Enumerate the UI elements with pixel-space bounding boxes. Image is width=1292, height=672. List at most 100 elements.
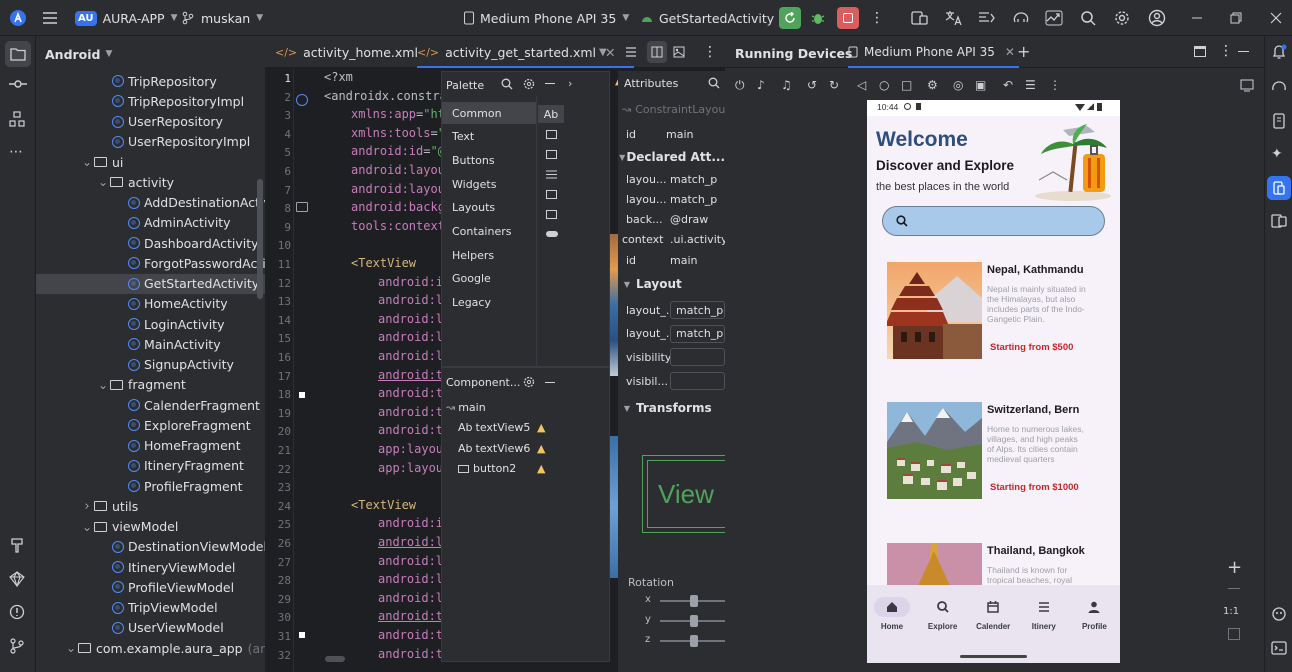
palette-category[interactable]: Widgets xyxy=(442,173,536,195)
nav-item-explore[interactable]: Explore xyxy=(918,597,968,631)
split-view-icon[interactable] xyxy=(647,41,667,63)
attribute-row[interactable]: back... @draw xyxy=(618,210,725,230)
tree-class[interactable]: GetStartedActivity xyxy=(36,273,265,294)
tree-class[interactable]: ExploreFragment xyxy=(36,415,265,435)
tree-class[interactable]: HomeFragment xyxy=(36,436,265,456)
reset-icon[interactable]: ↶ xyxy=(1003,78,1013,92)
device-mirroring-icon[interactable] xyxy=(1240,78,1254,92)
slider-thumb[interactable] xyxy=(690,635,698,647)
assistant-icon[interactable] xyxy=(1271,606,1287,622)
attr-value[interactable]: match_p xyxy=(670,324,725,343)
phone-screen[interactable]: 10:44 Welcome Discover and Explore the b… xyxy=(867,100,1120,663)
minimize-icon[interactable] xyxy=(1238,51,1249,53)
switch-widget-icon[interactable] xyxy=(546,231,558,237)
nav-item-itinery[interactable]: Itinery xyxy=(1019,597,1069,631)
nav-item-home[interactable]: Home xyxy=(867,597,917,631)
tree-class[interactable]: HomeActivity xyxy=(36,294,265,314)
tree-class[interactable]: ItineryFragment xyxy=(36,456,265,476)
snapshot-icon[interactable]: ☰ xyxy=(1025,78,1036,92)
design-view-icon[interactable] xyxy=(673,36,685,68)
palette-category[interactable]: Helpers xyxy=(442,244,536,266)
logcat-icon[interactable] xyxy=(978,0,996,36)
nav-item-profile[interactable]: Profile xyxy=(1069,597,1119,631)
rotate-right-icon[interactable]: ↻ xyxy=(829,78,839,92)
chevron-down-icon[interactable]: ⌄ xyxy=(96,175,110,189)
version-control-icon[interactable] xyxy=(9,638,25,654)
translate-icon[interactable] xyxy=(945,0,963,36)
device-file-explorer-icon[interactable] xyxy=(1271,113,1287,129)
image-gutter-icon[interactable] xyxy=(296,202,308,212)
tree-class[interactable]: DestinationViewModel xyxy=(36,537,265,557)
attribute-row[interactable]: layout_...match_p xyxy=(618,300,725,320)
stop-button[interactable] xyxy=(837,0,859,36)
device-tab[interactable]: Medium Phone API 35 ✕ xyxy=(848,36,1019,68)
recyclerview-widget-icon[interactable] xyxy=(546,170,557,179)
warning-icon[interactable]: ▲ xyxy=(537,421,545,434)
zoom-fit-icon[interactable] xyxy=(1228,628,1240,640)
project-scrollbar[interactable] xyxy=(257,179,263,299)
attr-value[interactable] xyxy=(670,348,725,367)
tree-folder[interactable]: ⌄ activity xyxy=(36,172,265,192)
code-view-icon[interactable] xyxy=(625,36,637,68)
destination-card[interactable]: Switzerland, Bern Home to numerous lakes… xyxy=(887,402,1087,500)
layout-gutter-icon[interactable] xyxy=(296,94,308,106)
chevron-right-icon[interactable]: › xyxy=(568,77,572,90)
sdk-manager-icon[interactable] xyxy=(1045,0,1063,36)
tree-class[interactable]: AdminActivity xyxy=(36,213,265,233)
attribute-row[interactable]: layout_...match_p xyxy=(618,324,725,344)
palette-category[interactable]: Common xyxy=(442,102,536,124)
slider-thumb[interactable] xyxy=(690,615,698,627)
code-area[interactable]: <?xm <androidx.constra xmlns:app="ht xmlns:… xyxy=(324,68,447,672)
rotation-slider[interactable] xyxy=(660,635,725,647)
tree-folder[interactable]: ⌄ com.example.aura_app(andro xyxy=(36,638,265,658)
attr-id-row[interactable]: id main xyxy=(618,124,725,144)
rerun-button[interactable] xyxy=(779,0,801,36)
tree-class[interactable]: ProfileFragment xyxy=(36,476,265,496)
tree-folder[interactable]: › utils xyxy=(36,496,265,516)
palette-category[interactable]: Buttons xyxy=(442,149,536,171)
zoom-out-icon[interactable] xyxy=(1228,588,1240,589)
project-view-selector[interactable]: Android ▼ xyxy=(45,44,112,64)
window-mode-icon[interactable] xyxy=(1194,46,1206,57)
devices-more-icon[interactable]: ⋮ xyxy=(1219,43,1233,59)
tree-folder[interactable]: ⌄ ui xyxy=(36,152,265,172)
chevron-down-icon[interactable]: ⌄ xyxy=(64,641,78,655)
chevron-down-icon[interactable]: ⌄ xyxy=(80,520,94,534)
tree-class[interactable]: TripRepositoryImpl xyxy=(36,91,265,111)
palette-category[interactable]: Text xyxy=(442,126,536,148)
palette-category[interactable]: Legacy xyxy=(442,292,536,314)
more-actions-icon[interactable]: ⋮ xyxy=(870,0,884,36)
volume-down-icon[interactable]: ♫ xyxy=(781,78,792,92)
attribute-row[interactable]: layou... match_p xyxy=(618,189,725,209)
warning-icon[interactable]: ▲ xyxy=(537,442,545,455)
commit-tool-icon[interactable] xyxy=(9,78,27,90)
palette-category[interactable]: Containers xyxy=(442,221,536,243)
run-config-selector[interactable]: GetStartedActivity ▼ xyxy=(640,0,787,36)
component-node[interactable]: button2 ▲ xyxy=(458,462,608,475)
settings-gear-icon[interactable] xyxy=(523,376,535,388)
running-devices-tool-button[interactable] xyxy=(1267,176,1291,200)
scrollview-widget-icon[interactable] xyxy=(546,210,557,219)
gemini-icon[interactable]: ✦ xyxy=(1271,146,1283,162)
toolbar-more-icon[interactable]: ⋮ xyxy=(1049,78,1061,92)
device-selector[interactable]: Medium Phone API 35 ▼ xyxy=(463,0,629,36)
tree-class[interactable]: LoginActivity xyxy=(36,314,265,334)
volume-up-icon[interactable]: ♪ xyxy=(757,78,765,92)
transforms-section-header[interactable]: ▼ Transforms xyxy=(618,398,725,418)
emulator-icon[interactable] xyxy=(1271,213,1287,229)
component-root[interactable]: ↝ main xyxy=(446,401,486,414)
structure-tool-icon[interactable] xyxy=(9,111,25,127)
palette-category[interactable]: Layouts xyxy=(442,197,536,219)
build-tool-icon[interactable] xyxy=(9,537,25,553)
slider-thumb[interactable] xyxy=(690,595,698,607)
attribute-row[interactable]: visibil... xyxy=(618,371,725,391)
attribute-row[interactable]: visibility xyxy=(618,347,725,367)
tree-folder[interactable]: ⌄ fragment xyxy=(36,375,265,395)
minimize-icon[interactable] xyxy=(545,83,555,85)
gradle-icon[interactable] xyxy=(1271,78,1287,94)
main-menu-icon[interactable] xyxy=(42,0,58,36)
tree-class[interactable]: ProfileViewModel xyxy=(36,577,265,597)
component-node[interactable]: Ab textView5 ▲ xyxy=(458,421,608,434)
gesture-handle[interactable] xyxy=(960,655,1027,658)
tree-class[interactable]: DashboardActivity xyxy=(36,233,265,253)
